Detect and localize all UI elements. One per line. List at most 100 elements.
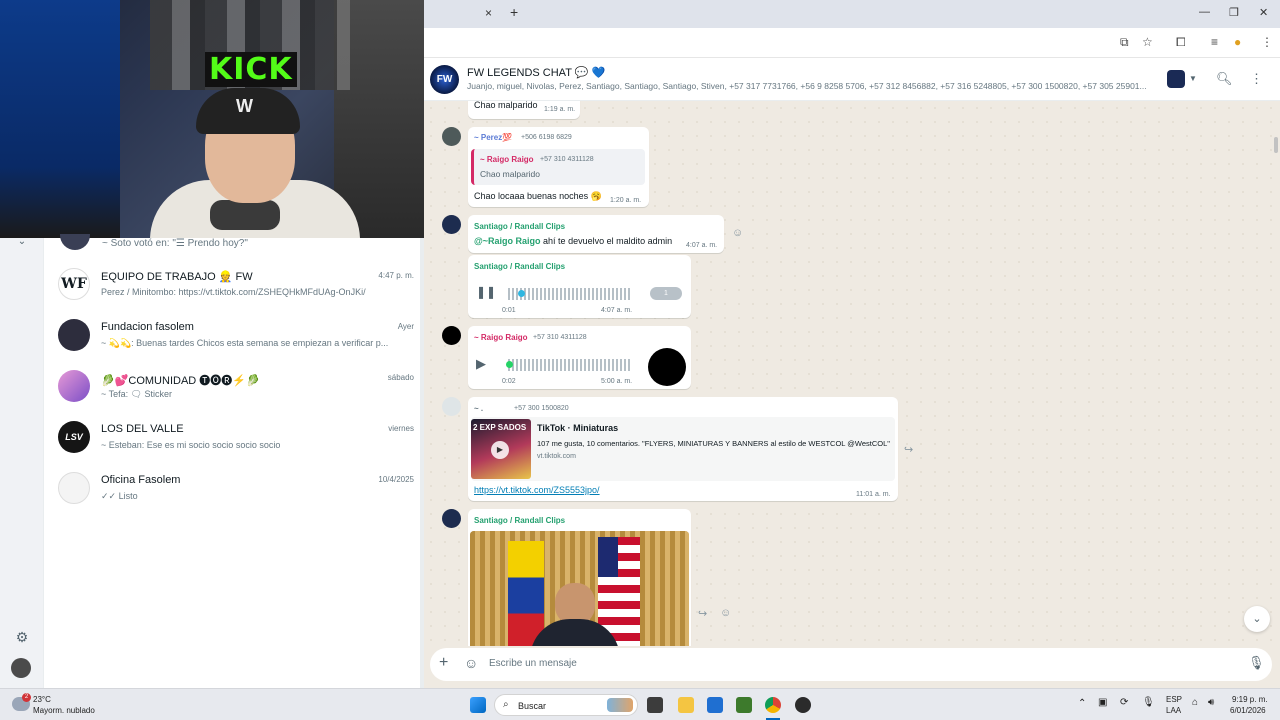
chevron-down-icon[interactable]: ▼ [1189,74,1197,83]
menu-icon[interactable]: ⋮ [1261,35,1273,49]
chat-header[interactable]: FW FW LEGENDS CHAT 💬 💙 Juanjo, miguel, N… [424,58,1280,101]
message-time: 1:19 a. m. [544,106,576,113]
message-time: 11:01 a. m. [856,491,891,498]
group-title[interactable]: FW LEGENDS CHAT 💬 💙 [467,66,605,79]
chat-list-item[interactable]: Oficina Fasolem 10/4/2025 ✓✓ Listo [54,464,414,514]
group-members[interactable]: Juanjo, miguel, Nivolas, Perez, Santiago… [467,81,1147,91]
new-tab-icon[interactable]: + [510,4,518,20]
message-sender[interactable]: Santiago / Randall Clips [474,516,565,525]
store-icon[interactable] [707,697,723,713]
file-explorer-icon[interactable] [678,697,694,713]
message-time: 4:07 a. m. [601,307,633,314]
link-message[interactable]: ~ . +57 300 1500820 2 EXP SADOS ▶ TikTok… [468,397,898,501]
start-icon[interactable] [470,697,486,713]
microphone-icon[interactable]: 🎙︎ [1248,655,1265,671]
message-bubble[interactable]: ~ Perez💯 +506 6198 6829 ~ Raigo Raigo +5… [468,127,649,207]
emoji-react-icon[interactable]: ☺ [732,227,743,239]
gear-icon[interactable]: ⚙ [13,629,31,647]
voice-waveform[interactable] [508,288,630,300]
voice-waveform[interactable] [508,359,630,371]
extensions-icon[interactable]: ⧠ [1176,35,1186,50]
voice-message[interactable]: Santiago / Randall Clips ❚❚ 1 0:01 4:07 … [468,255,691,318]
scroll-down-button[interactable]: ⌄ [1244,606,1270,632]
sender-avatar[interactable] [442,397,461,416]
message-sender[interactable]: Santiago / Randall Clips [474,262,565,271]
weather-desc[interactable]: Mayorm. nublado [33,706,95,715]
media-icon[interactable]: ≡ [1211,35,1218,49]
play-icon[interactable]: ▶ [476,356,486,372]
rail-user-icon[interactable]: ⌄ [13,236,31,254]
chat-list-item[interactable]: WF EQUIPO DE TRABAJO 👷 FW 4:47 p. m. Per… [54,260,414,310]
forward-icon[interactable]: ↪ [698,607,707,620]
language-top[interactable]: ESP [1166,695,1182,704]
volume-icon[interactable]: 🔊︎ [1208,697,1214,708]
clock-time[interactable]: 9:19 p. m. [1232,695,1268,704]
obs-icon[interactable] [795,697,811,713]
network-icon[interactable]: ⌂ [1192,697,1198,708]
sender-avatar[interactable] [442,127,461,146]
pause-icon[interactable]: ❚❚ [476,285,496,299]
video-call-button[interactable] [1167,70,1185,88]
profile-avatar[interactable] [11,658,31,678]
sender-avatar[interactable] [442,509,461,528]
playback-speed-button[interactable]: 1 [650,287,682,300]
profile-icon[interactable]: ● [1234,35,1241,49]
play-video-icon[interactable]: ▶ [491,441,509,459]
tray-app-icon[interactable]: ▣ [1098,697,1107,708]
webcam-shirt-print [210,200,280,230]
chat-name: Fundacion fasolem [101,321,194,333]
weather-temp[interactable]: 23°C [33,695,51,704]
search-icon: ⌕ [503,699,509,710]
webcam-overlay: KICK W [0,0,424,238]
minimize-icon[interactable]: — [1199,6,1210,18]
chevron-up-icon[interactable]: ⌃ [1078,698,1086,709]
message-link[interactable]: https://vt.tiktok.com/ZS5553jpo/ [474,485,600,495]
emoji-react-icon[interactable]: ☺ [720,607,731,619]
forward-icon[interactable]: ↪ [904,443,913,456]
mention[interactable]: @~Raigo Raigo [474,236,541,246]
link-preview-card[interactable]: 2 EXP SADOS ▶ TikTok · Miniaturas 107 me… [471,417,895,481]
voice-sender-avatar [648,348,686,386]
sender-avatar[interactable] [442,215,461,234]
message-sender[interactable]: ~ Raigo Raigo [474,333,528,342]
composer-box[interactable]: + ☺ Escribe un mensaje 🎙︎ [430,648,1272,681]
search-icon[interactable]: 🔍︎ [1216,71,1233,87]
image-message[interactable]: Santiago / Randall Clips [468,509,691,646]
message-input[interactable]: Escribe un mensaje [489,658,577,669]
voice-message[interactable]: ~ Raigo Raigo +57 310 4311128 ▶ 0:02 5:0… [468,326,691,389]
playback-dot[interactable] [506,361,513,368]
playback-dot[interactable] [518,290,525,297]
chat-scrollbar[interactable] [1274,137,1278,153]
chat-messages[interactable]: Chao malparido 1:19 a. m. ~ Perez💯 +506 … [424,101,1280,646]
taskbar-search[interactable]: ⌕ Buscar [494,694,638,716]
chrome-icon[interactable] [765,697,781,713]
webcam-background-left [0,0,120,238]
message-body: ahí te devuelvo el maldito admin [540,236,673,246]
more-options-icon[interactable]: ⋮ [1250,71,1263,87]
sender-avatar[interactable] [442,326,461,345]
group-avatar[interactable]: FW [430,65,459,94]
message-bubble[interactable]: Chao malparido 1:19 a. m. [468,101,580,119]
chat-list-item[interactable]: Fundacion fasolem Ayer ~ 💫💫: Buenas tard… [54,311,414,361]
star-icon[interactable]: ☆ [1142,35,1153,49]
quoted-message[interactable]: ~ Raigo Raigo +57 310 4311128 Chao malpa… [471,149,645,185]
attach-plus-icon[interactable]: + [439,654,448,672]
image-preview[interactable] [470,531,689,646]
message-sender[interactable]: ~ . [474,404,483,413]
sticker-icon[interactable]: ☺ [464,655,478,671]
message-sender[interactable]: Santiago / Randall Clips [474,222,565,231]
install-icon[interactable]: ⧉ [1120,35,1129,50]
tab-close-icon[interactable]: × [485,6,492,20]
chat-list-item[interactable]: 🥬💕COMUNIDAD 🅣🅞🅡⚡🥬 sábado ~ Tefa: 🗨 Stick… [54,362,414,412]
close-window-icon[interactable]: ✕ [1259,6,1268,19]
language-bottom[interactable]: LAA [1166,706,1181,715]
task-view-icon[interactable] [647,697,663,713]
message-bubble[interactable]: Santiago / Randall Clips @~Raigo Raigo a… [468,215,724,253]
restore-icon[interactable]: ❐ [1229,6,1239,19]
clock-date[interactable]: 6/01/2026 [1230,706,1266,715]
message-sender[interactable]: ~ Perez💯 [474,133,512,142]
tray-sync-icon[interactable]: ⟳ [1120,697,1128,708]
tray-mic-icon[interactable]: 🎙︎ [1142,697,1155,708]
minecraft-icon[interactable] [736,697,752,713]
chat-list-item[interactable]: LSV LOS DEL VALLE viernes ~ Esteban: Ese… [54,413,414,463]
